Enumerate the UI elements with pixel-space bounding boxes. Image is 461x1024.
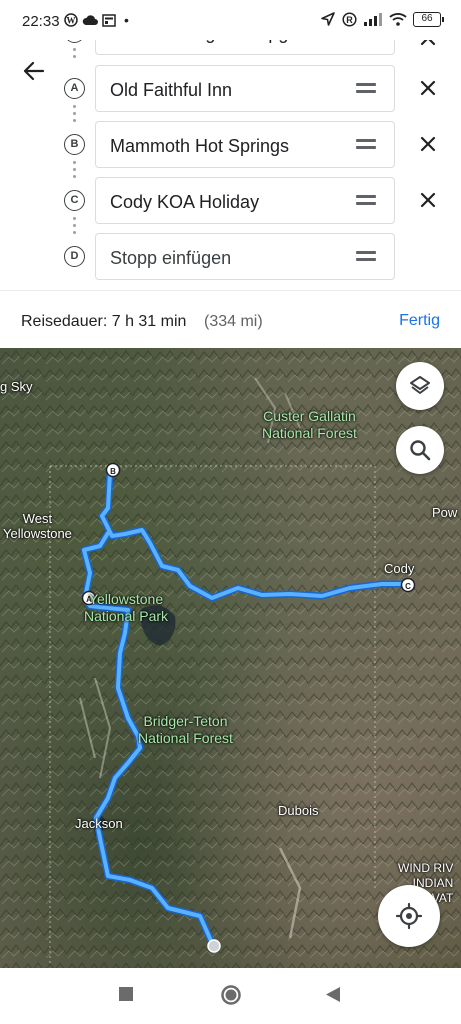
label-dubois: Dubois [278,803,319,818]
cloud-icon [82,15,98,25]
svg-text:R: R [346,15,353,25]
label-west-yellowstone: West Yellowstone [3,511,72,541]
location-arrow-icon [321,12,335,26]
stop-marker-a: A [64,78,85,99]
back-triangle-icon[interactable] [325,986,341,1003]
stop-row-c: C Cody KOA Holiday [0,177,461,225]
my-location-icon [395,902,423,930]
wordpress-icon: W [64,13,78,27]
stop-row-d: D Stopp einfügen [0,233,461,281]
label-powell: Pow [432,505,458,520]
stop-field-a[interactable]: Old Faithful Inn [95,65,395,112]
search-along-route-button[interactable] [396,426,444,474]
label-custer-gallatin: Custer Gallatin National Forest [262,408,357,441]
done-button[interactable]: Fertig [399,312,440,330]
stop-marker-b: B [64,134,85,155]
recents-square-icon[interactable] [118,986,134,1002]
route-end-dot [207,939,221,953]
travel-duration: Reisedauer: 7 h 31 min [21,313,187,330]
trip-summary-bar: Reisedauer: 7 h 31 min (334 mi) Fertig [0,290,461,348]
label-yellowstone-park: Yellowstone National Park [84,591,169,624]
pin-c[interactable]: C [400,577,416,593]
stop-c-text: Cody KOA Holiday [110,192,260,212]
add-stop-placeholder: Stopp einfügen [110,248,232,268]
remove-stop-c-close-icon[interactable] [418,190,438,210]
travel-distance: (334 mi) [204,313,263,330]
battery-indicator: 66 [413,11,444,27]
pin-b[interactable]: B [105,462,121,478]
stop-field-c[interactable]: Cody KOA Holiday [95,177,395,224]
notification-icons: W • [64,12,129,28]
stop-row-b: B Mammoth Hot Springs [0,121,461,169]
my-location-button[interactable] [378,885,440,947]
android-nav-bar [0,968,461,1024]
svg-text:W: W [67,16,76,26]
map-terrain-overlay: A B C [0,348,461,968]
signal-icon [364,13,382,26]
svg-text:B: B [110,467,116,476]
stop-row-a: A Old Faithful Inn [0,65,461,113]
drag-handle-icon[interactable] [356,83,376,95]
label-bridger-teton: Bridger-Teton National Forest [138,713,233,746]
route-connector [73,48,76,62]
drag-handle-icon[interactable] [356,139,376,151]
remove-stop-a-close-icon[interactable] [418,78,438,98]
label-cody: Cody [384,561,415,576]
label-big-sky: g Sky [0,379,33,394]
home-circle-icon[interactable] [220,984,242,1006]
drag-handle-icon[interactable] [356,251,376,263]
stop-b-text: Mammoth Hot Springs [110,136,290,156]
search-icon [410,440,431,461]
route-editor-panel: Warren Bridge Campgrou... A Old Faithful… [0,0,461,290]
more-notifications-icon: • [124,12,129,28]
layers-icon [410,376,430,394]
stop-marker-d: D [64,246,85,267]
svg-text:C: C [405,582,411,591]
remove-stop-b-close-icon[interactable] [418,134,438,154]
label-jackson: Jackson [75,816,123,831]
maps-route-edit-screen: 22:33 W • R 66 Warren Bridge Campgrou... [0,0,461,1024]
status-time: 22:33 [22,13,60,30]
system-icons: R 66 [320,11,444,27]
status-bar: 22:33 W • R 66 [0,0,461,40]
registered-icon: R [342,11,357,27]
satellite-map[interactable]: A B C g Sky West Yellowstone Cody Pow Ja… [0,348,461,968]
add-stop-field[interactable]: Stopp einfügen [95,233,395,280]
stop-field-b[interactable]: Mammoth Hot Springs [95,121,395,168]
wifi-icon [389,13,407,26]
news-icon [102,13,116,27]
stop-a-text: Old Faithful Inn [110,80,233,100]
layers-button[interactable] [396,362,444,410]
stop-marker-c: C [64,190,85,211]
drag-handle-icon[interactable] [356,195,376,207]
